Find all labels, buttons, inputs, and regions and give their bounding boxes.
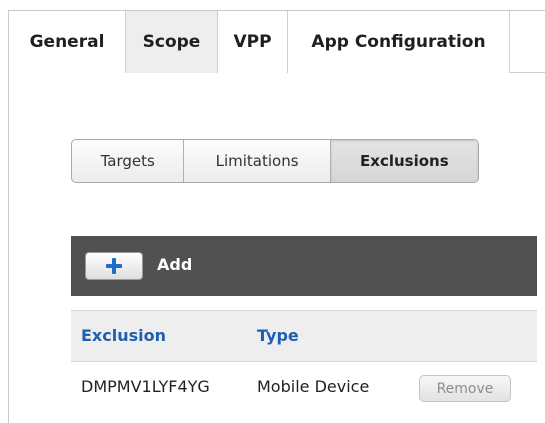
table-row: DMPMV1LYF4YG Mobile Device Remove <box>71 362 537 412</box>
remove-button[interactable]: Remove <box>419 375 511 402</box>
table-header: Exclusion Type <box>71 310 537 362</box>
add-label[interactable]: Add <box>157 255 192 274</box>
top-tab-bar: General Scope VPP App Configuration <box>9 11 545 73</box>
exclusion-name: DMPMV1LYF4YG <box>81 377 210 396</box>
column-header-exclusion[interactable]: Exclusion <box>81 326 166 345</box>
column-header-type[interactable]: Type <box>257 326 299 345</box>
tab-app-configuration[interactable]: App Configuration <box>288 11 510 73</box>
scope-tab-exclusions[interactable]: Exclusions <box>330 140 478 182</box>
exclusion-type: Mobile Device <box>257 377 370 396</box>
tab-general[interactable]: General <box>9 11 126 73</box>
scope-segmented-control: Targets Limitations Exclusions <box>71 139 479 183</box>
tab-scope[interactable]: Scope <box>126 11 218 73</box>
plus-icon <box>106 258 122 274</box>
scope-tab-limitations[interactable]: Limitations <box>184 140 331 182</box>
add-toolbar: Add <box>71 236 537 296</box>
scope-tab-targets[interactable]: Targets <box>72 140 185 182</box>
tab-vpp[interactable]: VPP <box>218 11 288 73</box>
add-button[interactable] <box>85 252 143 280</box>
